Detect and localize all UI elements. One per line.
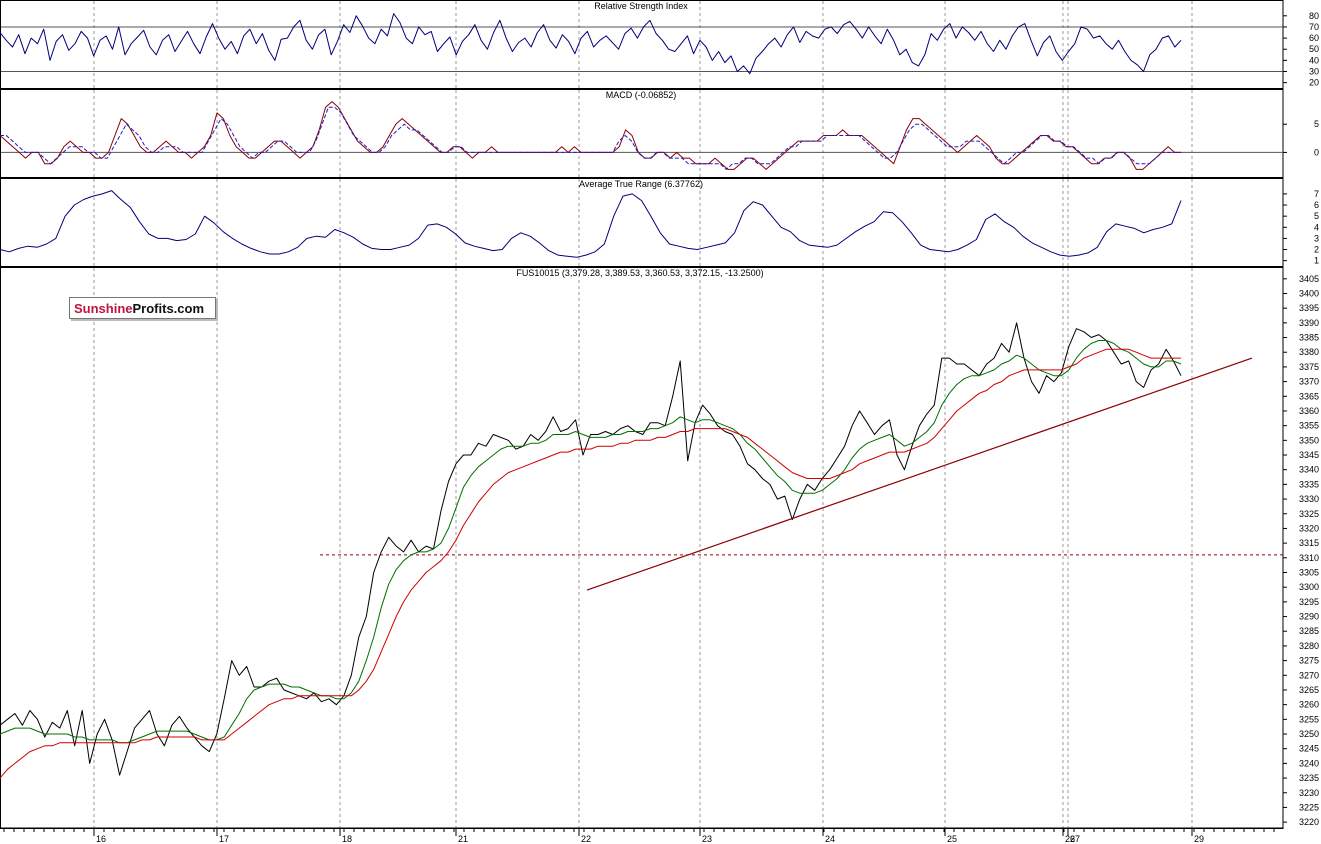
series-line-price-2 [0,348,1181,779]
y-tick-label: 3225 [1299,802,1319,812]
y-tick-label: 3360 [1299,406,1319,416]
y-tick-label: 3255 [1299,714,1319,724]
y-tick-label: 3240 [1299,758,1319,768]
y-tick-label: 0 [1314,147,1319,157]
y-tick-label: 3 [1314,233,1319,243]
series-line-price-0 [0,322,1182,776]
y-tick-label: 3365 [1299,391,1319,401]
y-tick-label: 3350 [1299,435,1319,445]
y-tick-label: 40 [1309,55,1319,65]
x-tick-label: 17 [219,834,229,844]
y-tick-label: 3390 [1299,318,1319,328]
y-tick-label: 80 [1309,11,1319,21]
series-line-macd-0 [0,101,1181,170]
y-tick-label: 2 [1314,245,1319,255]
y-tick-label: 1 [1314,256,1319,266]
panel-frame [0,0,1284,89]
series-line-macd-1 [0,106,1181,170]
y-tick-label: 3230 [1299,788,1319,798]
y-tick-label: 3385 [1299,333,1319,343]
sunshine-profits-logo: SunshineProfits.com [69,297,216,319]
y-tick-label: 20 [1309,78,1319,88]
y-tick-label: 70 [1309,22,1319,32]
y-tick-label: 3330 [1299,494,1319,504]
y-tick-label: 30 [1309,67,1319,77]
y-tick-label: 3335 [1299,479,1319,489]
y-tick-label: 3245 [1299,744,1319,754]
y-tick-label: 3355 [1299,421,1319,431]
x-tick-label: 24 [825,834,835,844]
y-tick-label: 3290 [1299,612,1319,622]
y-tick-label: 3280 [1299,641,1319,651]
y-tick-label: 5 [1314,119,1319,129]
series-line-rsi-0 [0,13,1182,75]
y-tick-label: 3375 [1299,362,1319,372]
x-tick-label: 25 [947,834,957,844]
y-tick-label: 3265 [1299,685,1319,695]
y-tick-label: 3315 [1299,538,1319,548]
y-tick-label: 7 [1314,189,1319,199]
y-tick-label: 5 [1314,211,1319,221]
series-line-atr-0 [0,190,1182,258]
panel-title: MACD (-0.06852) [606,90,677,100]
y-tick-label: 3250 [1299,729,1319,739]
y-tick-label: 3310 [1299,553,1319,563]
panel-rsi: 2030 4050607080 Relative Strength Index [0,0,1319,89]
y-tick-label: 3275 [1299,656,1319,666]
y-tick-label: 3285 [1299,626,1319,636]
panel-atr: 12 34567 Average True Range (6.37762) [0,178,1319,267]
x-tick-label: 22 [581,834,591,844]
logo-part-2: Profits.com [132,301,205,316]
y-tick-label: 50 [1309,44,1319,54]
y-tick-label: 3220 [1299,817,1319,827]
series-line-price-1 [0,340,1182,744]
x-tick-label: 27 [1070,834,1080,844]
trendline [586,357,1253,591]
y-tick-label: 3380 [1299,347,1319,357]
panel-title: Average True Range (6.37762) [579,179,703,189]
logo-part-1: Sunshine [74,301,133,316]
y-tick-label: 3260 [1299,700,1319,710]
y-tick-label: 6 [1314,200,1319,210]
x-tick-label: 16 [96,834,106,844]
y-tick-label: 3305 [1299,567,1319,577]
panel-title: Relative Strength Index [594,1,688,11]
x-tick-label: 18 [342,834,352,844]
y-tick-label: 3405 [1299,274,1319,284]
y-tick-label: 3270 [1299,670,1319,680]
panel-title: FUS10015 (3,379.28, 3,389.53, 3,360.53, … [516,268,763,278]
y-tick-label: 3325 [1299,509,1319,519]
y-tick-label: 3320 [1299,523,1319,533]
panel-price: 3220 3225 3230 3235 3240 3245 3250 3255 3260 3265… [0,267,1319,844]
panel-frame [0,178,1284,267]
x-tick-label: 23 [702,834,712,844]
y-tick-label: 3235 [1299,773,1319,783]
panel-frame [0,89,1284,178]
y-tick-label: 3295 [1299,597,1319,607]
y-tick-label: 3370 [1299,377,1319,387]
y-tick-label: 4 [1314,222,1319,232]
y-tick-label: 3395 [1299,303,1319,313]
y-tick-label: 3340 [1299,465,1319,475]
y-tick-label: 3400 [1299,288,1319,298]
y-tick-label: 3345 [1299,450,1319,460]
panel-macd: 0 5 MACD (-0.06852) [0,89,1319,178]
y-tick-label: 3300 [1299,582,1319,592]
panel-frame [0,267,1284,829]
y-tick-label: 60 [1309,33,1319,43]
stock-chart: 2030 4050607080 Relative Strength Index 0 5 M… [0,0,1319,844]
x-tick-label: 21 [458,834,468,844]
x-tick-label: 29 [1194,834,1204,844]
